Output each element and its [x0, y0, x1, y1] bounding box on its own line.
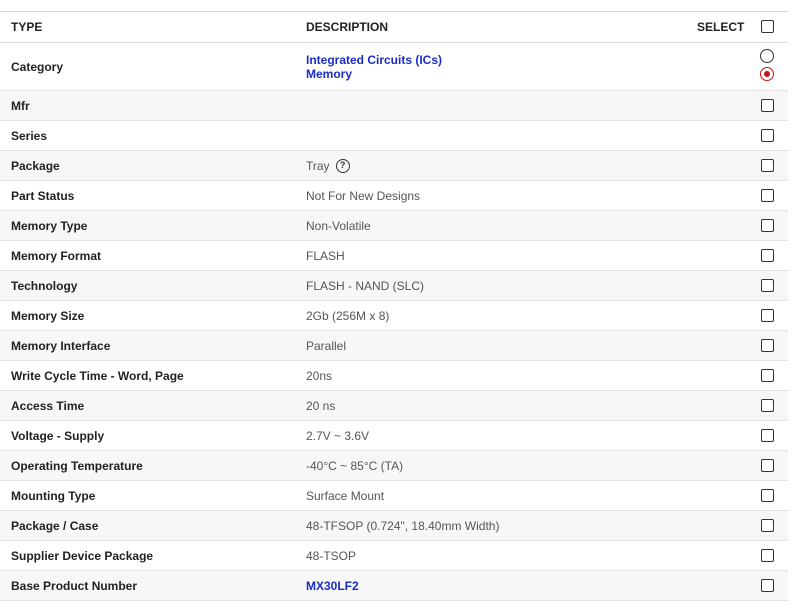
table-row: Access Time 20 ns	[0, 391, 788, 421]
table-row: Mfr	[0, 91, 788, 121]
row-type: Voltage - Supply	[11, 428, 105, 443]
row-type: Technology	[11, 278, 78, 293]
row-select-checkbox[interactable]	[761, 578, 775, 593]
row-select-checkbox[interactable]	[761, 248, 775, 263]
package-value: Tray	[306, 158, 330, 173]
row-type: Category	[11, 59, 64, 74]
category-radio-ics[interactable]	[760, 49, 774, 63]
row-type: Package	[11, 158, 60, 173]
row-description: 48-TSOP	[306, 548, 357, 563]
row-type: Package / Case	[11, 518, 99, 533]
row-description: 48-TFSOP (0.724", 18.40mm Width)	[306, 518, 500, 533]
row-type: Memory Interface	[11, 338, 111, 353]
row-description: Integrated Circuits (ICs) Memory	[306, 53, 442, 81]
table-row: Write Cycle Time - Word, Page 20ns	[0, 361, 788, 391]
row-type: Operating Temperature	[11, 458, 143, 473]
table-row: Memory Interface Parallel	[0, 331, 788, 361]
row-select-checkbox[interactable]	[761, 338, 775, 353]
row-type: Part Status	[11, 188, 75, 203]
row-select-checkbox[interactable]	[761, 518, 775, 533]
row-description: 20ns	[306, 368, 333, 383]
product-attributes-table: TYPE DESCRIPTION SELECT Category Integra…	[0, 11, 788, 601]
table-row: Series	[0, 121, 788, 151]
row-type: Base Product Number	[11, 578, 138, 593]
row-select-checkbox[interactable]	[761, 308, 775, 323]
table-row: Package / Case 48-TFSOP (0.724", 18.40mm…	[0, 511, 788, 541]
table-row: Memory Type Non-Volatile	[0, 211, 788, 241]
row-select-checkbox[interactable]	[761, 278, 775, 293]
row-type: Mounting Type	[11, 488, 96, 503]
help-question-icon[interactable]: ?	[335, 158, 350, 173]
row-select-checkbox[interactable]	[761, 98, 775, 113]
table-row: Mounting Type Surface Mount	[0, 481, 788, 511]
row-type: Access Time	[11, 398, 85, 413]
category-radio-group	[760, 49, 776, 85]
row-select-checkbox[interactable]	[761, 398, 775, 413]
row-type: Memory Size	[11, 308, 85, 323]
table-row: Package Tray ?	[0, 151, 788, 181]
row-description: FLASH - NAND (SLC)	[306, 278, 425, 293]
row-description: Surface Mount	[306, 488, 385, 503]
table-row: Technology FLASH - NAND (SLC)	[0, 271, 788, 301]
row-description: 20 ns	[306, 398, 336, 413]
table-row: Supplier Device Package 48-TSOP	[0, 541, 788, 571]
row-type: Memory Format	[11, 248, 102, 263]
row-description: 2Gb (256M x 8)	[306, 308, 390, 323]
header-description: DESCRIPTION	[306, 20, 389, 34]
table-header-row: TYPE DESCRIPTION SELECT	[0, 11, 788, 43]
category-link-memory[interactable]: Memory	[306, 67, 352, 81]
category-radio-memory[interactable]	[760, 67, 774, 81]
row-type: Supplier Device Package	[11, 548, 154, 563]
header-type: TYPE	[11, 20, 43, 34]
row-select-checkbox[interactable]	[761, 458, 775, 473]
base-product-number-link[interactable]: MX30LF2	[306, 579, 359, 593]
row-select-checkbox[interactable]	[761, 368, 775, 383]
row-type: Write Cycle Time - Word, Page	[11, 368, 184, 383]
row-description: Not For New Designs	[306, 188, 421, 203]
row-select-checkbox[interactable]	[761, 188, 775, 203]
header-select: SELECT	[697, 20, 745, 34]
select-all-checkbox[interactable]	[761, 20, 775, 34]
row-select-checkbox[interactable]	[761, 158, 775, 173]
category-link-ics[interactable]: Integrated Circuits (ICs)	[306, 53, 442, 67]
table-row: Memory Format FLASH	[0, 241, 788, 271]
row-description: -40°C ~ 85°C (TA)	[306, 458, 404, 473]
row-select-checkbox[interactable]	[761, 488, 775, 503]
row-description: Tray ?	[306, 158, 350, 173]
row-description: FLASH	[306, 248, 345, 263]
row-description: 2.7V ~ 3.6V	[306, 428, 370, 443]
table-row-category: Category Integrated Circuits (ICs) Memor…	[0, 43, 788, 91]
row-type: Memory Type	[11, 218, 88, 233]
table-row: Memory Size 2Gb (256M x 8)	[0, 301, 788, 331]
row-select-checkbox[interactable]	[761, 128, 775, 143]
row-select-checkbox[interactable]	[761, 218, 775, 233]
row-type: Mfr	[11, 98, 30, 113]
row-description: Parallel	[306, 338, 347, 353]
table-row: Operating Temperature -40°C ~ 85°C (TA)	[0, 451, 788, 481]
table-row: Part Status Not For New Designs	[0, 181, 788, 211]
row-type: Series	[11, 128, 48, 143]
row-select-checkbox[interactable]	[761, 548, 775, 563]
row-description: Non-Volatile	[306, 218, 371, 233]
table-row: Voltage - Supply 2.7V ~ 3.6V	[0, 421, 788, 451]
table-row: Base Product Number MX30LF2	[0, 571, 788, 601]
row-select-checkbox[interactable]	[761, 428, 775, 443]
